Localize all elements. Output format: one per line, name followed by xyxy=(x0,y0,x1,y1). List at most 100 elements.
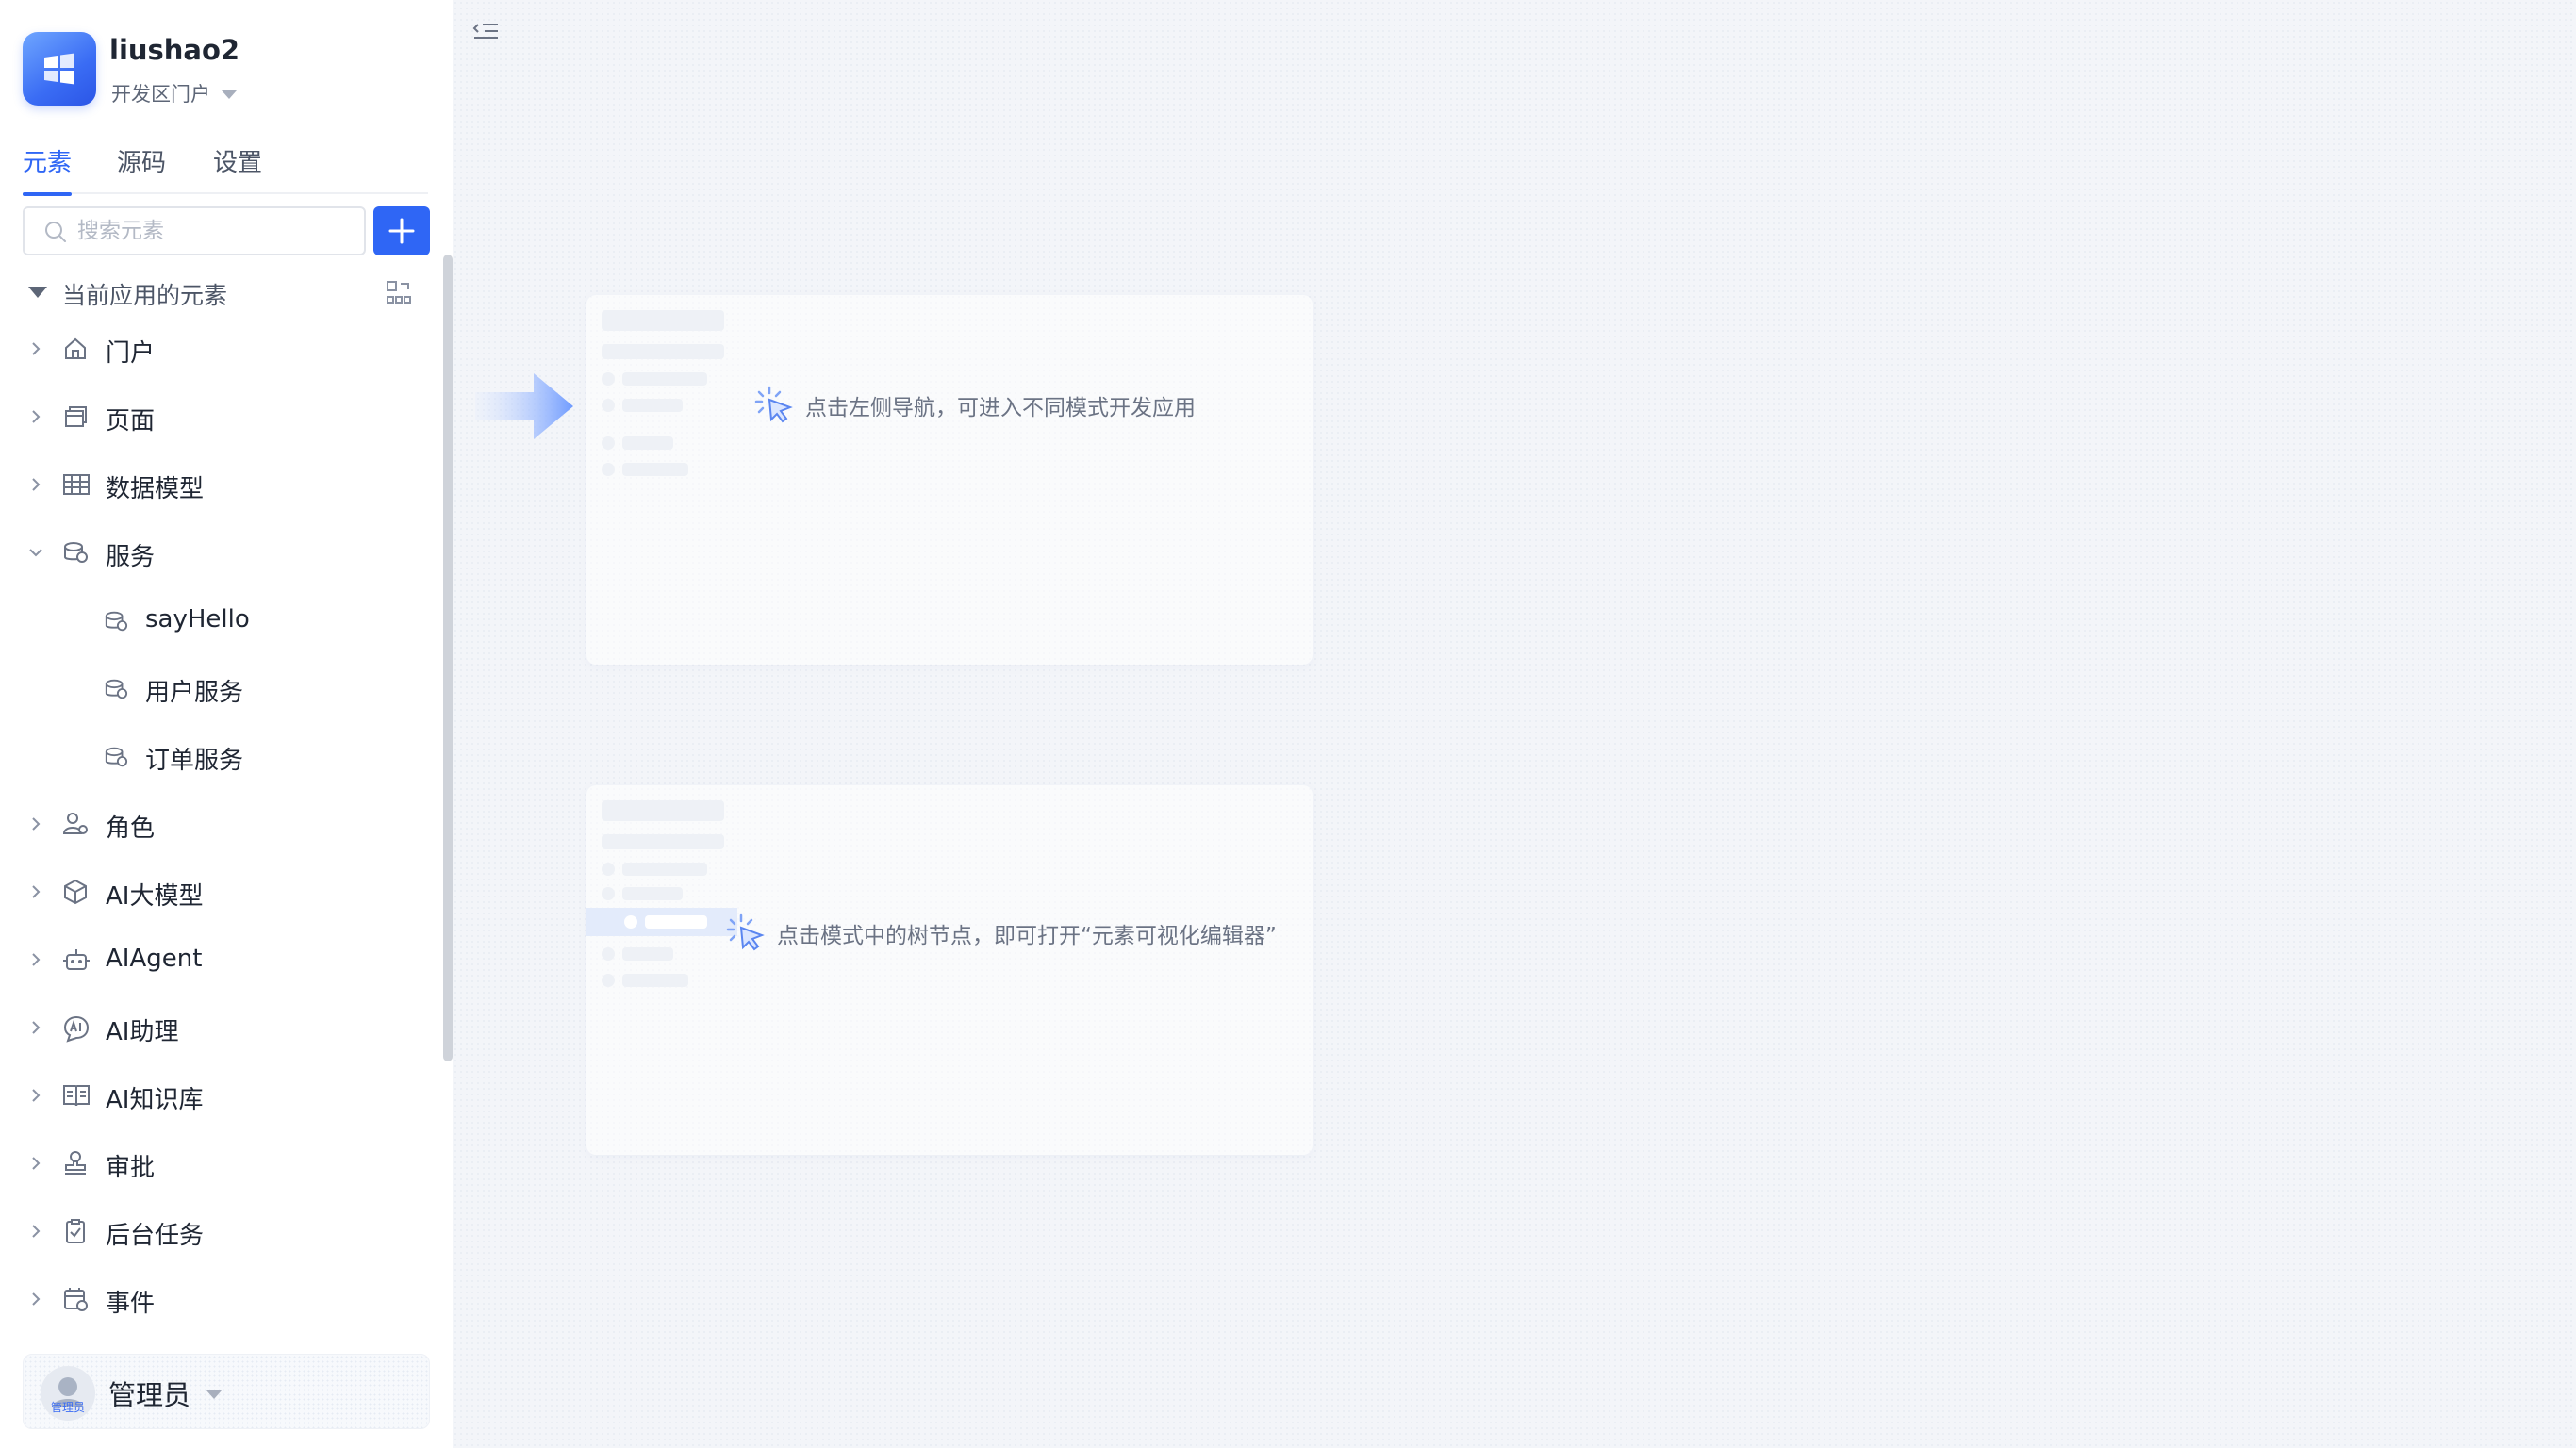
tree-item-event[interactable]: 事件 xyxy=(0,1271,443,1327)
chevron-right-icon[interactable] xyxy=(26,475,45,494)
add-element-button[interactable] xyxy=(373,206,430,255)
tree-item-label: 订单服务 xyxy=(145,747,244,775)
skeleton-dot xyxy=(602,974,615,987)
tree-item-say-hello[interactable]: sayHello xyxy=(0,592,443,649)
chevron-right-icon[interactable] xyxy=(26,882,45,901)
chevron-right-icon[interactable] xyxy=(26,1154,45,1173)
tab-source[interactable]: 源码 xyxy=(117,143,166,192)
event-icon xyxy=(64,1288,88,1311)
tree-item-label: 页面 xyxy=(106,407,156,436)
tree-item-label: AI知识库 xyxy=(106,1086,204,1114)
search-input[interactable] xyxy=(77,214,351,248)
collapse-sidebar-icon[interactable] xyxy=(471,19,502,45)
skeleton-bar xyxy=(622,436,673,450)
role-icon xyxy=(62,813,88,834)
cursor-click-icon xyxy=(726,913,765,951)
service-icon xyxy=(105,679,128,699)
skeleton-dot xyxy=(602,863,615,876)
skeleton-bar xyxy=(602,800,724,821)
tree-item-role[interactable]: 角色 xyxy=(0,796,443,852)
chevron-right-icon[interactable] xyxy=(26,1018,45,1037)
chevron-right-icon[interactable] xyxy=(26,1086,45,1105)
triangle-down-icon xyxy=(28,287,47,298)
tree-item-service[interactable]: 服务 xyxy=(0,524,443,581)
tab-settings[interactable]: 设置 xyxy=(213,143,262,192)
chevron-down-icon[interactable] xyxy=(26,543,45,562)
app-header: liushao2 开发区门户 xyxy=(23,32,438,107)
section-current-elements[interactable]: 当前应用的元素 xyxy=(23,275,419,313)
skeleton-dot xyxy=(602,887,615,900)
chevron-right-icon[interactable] xyxy=(26,339,45,358)
chevron-right-icon[interactable] xyxy=(26,407,45,426)
skeleton-bar xyxy=(622,372,707,386)
sidebar-scrollbar[interactable] xyxy=(443,255,453,1061)
tree-item-portal[interactable]: 门户 xyxy=(0,321,443,377)
tree-item-label: 服务 xyxy=(106,543,156,571)
hint-navigation: 点击左侧导航，可进入不同模式开发应用 xyxy=(754,385,1196,426)
search-icon xyxy=(45,222,66,242)
avatar-label: 管理员 xyxy=(50,1401,85,1414)
app-root: liushao2 开发区门户 元素 源码 设置 搜索元素 当前应用的元素 门户 … xyxy=(0,0,2576,1448)
tree-item-label: 数据模型 xyxy=(106,475,205,503)
tree-item-label: AIAgent xyxy=(106,945,203,973)
page-icon xyxy=(65,406,87,427)
tree-item-label: 后台任务 xyxy=(106,1222,205,1250)
chevron-right-icon[interactable] xyxy=(26,814,45,833)
skeleton-bar xyxy=(622,863,707,876)
arrow-right-icon xyxy=(475,373,573,439)
tree-item-order-service[interactable]: 订单服务 xyxy=(0,728,443,784)
ai-assistant-icon xyxy=(63,1015,90,1043)
tree-item-background-task[interactable]: 后台任务 xyxy=(0,1203,443,1259)
sidebar: liushao2 开发区门户 元素 源码 设置 搜索元素 当前应用的元素 门户 … xyxy=(0,0,453,1448)
skeleton-dot xyxy=(624,915,637,929)
skeleton-bar xyxy=(645,915,707,929)
tree-item-data-model[interactable]: 数据模型 xyxy=(0,456,443,513)
section-label: 当前应用的元素 xyxy=(62,282,228,309)
guide-card-tree xyxy=(586,785,1313,1155)
service-icon xyxy=(64,542,88,563)
skeleton-dot xyxy=(602,399,615,412)
tree-item-approval[interactable]: 审批 xyxy=(0,1135,443,1192)
tree-item-label: 事件 xyxy=(106,1290,156,1318)
avatar: 管理员 xyxy=(41,1366,95,1421)
environment-selector[interactable]: 开发区门户 xyxy=(111,79,237,107)
tree-item-ai-knowledge[interactable]: AI知识库 xyxy=(0,1067,443,1124)
caret-down-icon xyxy=(222,90,237,99)
environment-label: 开发区门户 xyxy=(111,83,210,106)
skeleton-dot xyxy=(602,947,615,961)
user-menu[interactable]: 管理员 管理员 xyxy=(23,1354,430,1429)
skeleton-bar xyxy=(622,974,688,987)
locate-icon[interactable] xyxy=(385,279,413,307)
app-name: liushao2 xyxy=(109,34,240,66)
caret-down-icon xyxy=(206,1390,222,1399)
skeleton-bar xyxy=(622,399,683,412)
tab-elements[interactable]: 元素 xyxy=(23,143,73,196)
chevron-right-icon[interactable] xyxy=(26,1222,45,1241)
search-box xyxy=(23,206,366,255)
tree-item-page[interactable]: 页面 xyxy=(0,388,443,445)
skeleton-dot xyxy=(602,436,615,450)
skeleton-bar xyxy=(622,947,673,961)
chevron-right-icon[interactable] xyxy=(26,1290,45,1308)
chevron-right-icon[interactable] xyxy=(26,950,45,969)
skeleton-bar xyxy=(622,887,683,900)
tree-item-ai-agent[interactable]: AIAgent xyxy=(0,931,443,988)
book-icon xyxy=(63,1085,90,1107)
skeleton-dot xyxy=(602,372,615,386)
hint-tree-text: 点击模式中的树节点，即可打开“元素可视化编辑器” xyxy=(777,924,1277,948)
service-icon xyxy=(105,747,128,767)
user-name: 管理员 xyxy=(108,1379,191,1411)
skeleton-bar xyxy=(622,463,688,476)
tree-item-ai-model[interactable]: AI大模型 xyxy=(0,864,443,920)
hint-tree: 点击模式中的树节点，即可打开“元素可视化编辑器” xyxy=(726,913,1277,954)
skeleton-dot xyxy=(602,463,615,476)
tree-item-label: AI大模型 xyxy=(106,882,204,911)
service-icon xyxy=(105,611,128,632)
tree-item-ai-assistant[interactable]: AI助理 xyxy=(0,999,443,1056)
sidebar-tabs: 元素 源码 设置 xyxy=(23,141,428,196)
task-icon xyxy=(66,1219,85,1243)
plus-icon xyxy=(388,218,415,244)
tree-item-user-service[interactable]: 用户服务 xyxy=(0,660,443,716)
tree-item-label: 角色 xyxy=(106,814,156,843)
robot-icon xyxy=(63,949,90,970)
